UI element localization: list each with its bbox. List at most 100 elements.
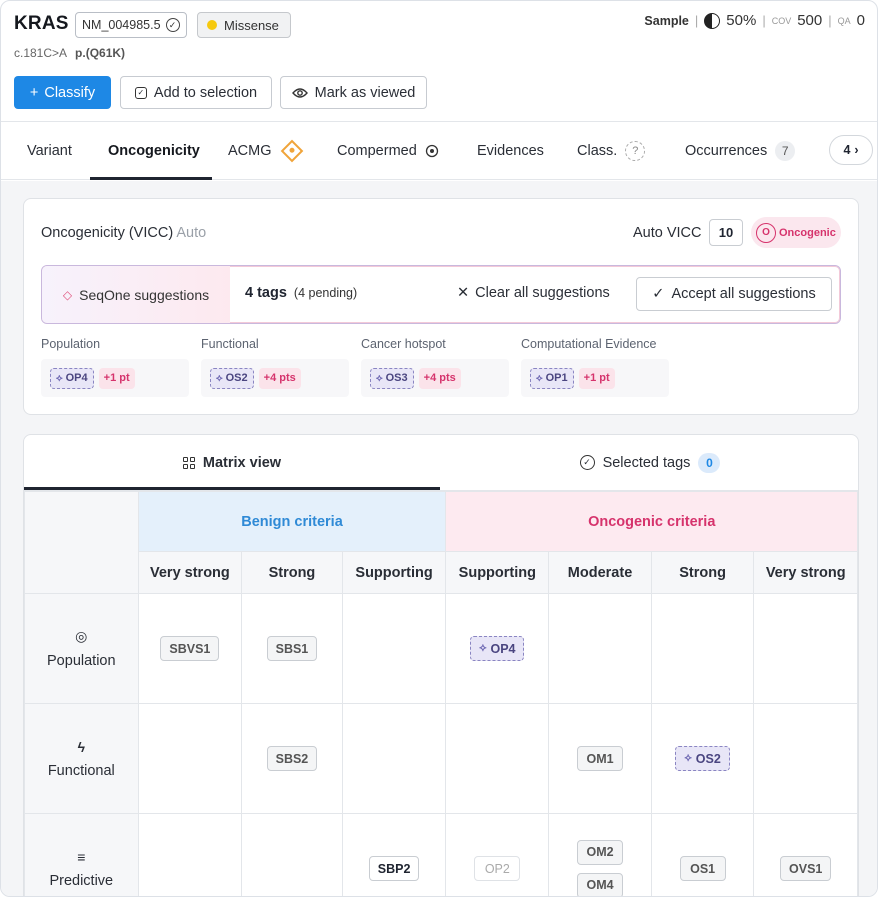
tab-label: Occurrences xyxy=(685,143,768,159)
mark-as-viewed-button[interactable]: Mark as viewed xyxy=(280,76,427,109)
tab-label: Variant xyxy=(27,143,72,159)
tag-icon: ⟡ xyxy=(376,372,383,384)
criterion-tag[interactable]: OM2 xyxy=(577,839,624,865)
suggestions-count: 4 tags (4 pending) xyxy=(245,285,357,301)
consequence-dot-icon xyxy=(207,20,217,30)
criterion-code: SBP2 xyxy=(377,861,411,876)
tab-occurrences[interactable]: Occurrences 7 xyxy=(685,122,796,180)
transcript-chip[interactable]: NM_004985.5 ✓ xyxy=(75,12,187,38)
suggested-tag[interactable]: ⟡ OS3 xyxy=(370,367,414,389)
criterion-tag[interactable]: ⟡ OS2 xyxy=(675,746,730,771)
tab-matrix-view[interactable]: Matrix view xyxy=(24,435,440,490)
matrix-cell: OS1 xyxy=(650,813,755,896)
check-icon: ✓ xyxy=(652,286,665,302)
matrix-cell: OP2 xyxy=(445,813,550,896)
classification-label: Oncogenic xyxy=(779,226,836,239)
matrix-cell xyxy=(137,813,243,896)
tag-icon: ⟡ xyxy=(536,372,543,384)
matrix-cell xyxy=(650,593,755,704)
eye-icon xyxy=(291,87,308,98)
matrix-cell: ⟡ OP4 xyxy=(445,593,550,704)
separator: | xyxy=(762,13,766,28)
tab-class[interactable]: Class. ? xyxy=(577,122,646,180)
matrix-cell xyxy=(445,703,550,814)
variant-tabs: Variant Oncogenicity ACMG Compermed Evid… xyxy=(1,122,877,180)
criterion-tag[interactable]: OM4 xyxy=(577,872,624,896)
matrix-cell: OVS1 xyxy=(753,813,858,896)
category-computational-evidence: Computational Evidence ⟡ OP1 +1 pt xyxy=(521,337,669,397)
row-header: ϟ Functional xyxy=(24,703,139,814)
matrix-cell xyxy=(753,593,858,704)
oncogenic-criteria-header: Oncogenic criteria xyxy=(445,491,858,552)
criterion-code: OM1 xyxy=(586,751,614,766)
criterion-tag[interactable]: OP2 xyxy=(474,856,521,881)
tag-points: +4 pts xyxy=(418,367,461,389)
tag-points: +4 pts xyxy=(258,367,301,389)
occurrences-count: 7 xyxy=(775,141,796,161)
tab-label: Oncogenicity xyxy=(108,143,200,159)
tag-code: OP4 xyxy=(65,372,88,384)
criterion-tag[interactable]: SBP2 xyxy=(368,856,420,881)
consequence-chip: Missense xyxy=(197,12,291,38)
criterion-tag[interactable]: SBVS1 xyxy=(160,636,220,661)
tab-selected-tags[interactable]: ✓ Selected tags 0 xyxy=(440,435,858,490)
suggested-tag[interactable]: ⟡ OP1 xyxy=(530,367,574,389)
qa-label: QA xyxy=(837,15,851,26)
tab-compermed[interactable]: Compermed xyxy=(337,122,439,180)
add-to-selection-button[interactable]: ✓ Add to selection xyxy=(120,76,272,109)
category-functional: Functional ⟡ OS2 +4 pts xyxy=(201,337,349,397)
level-header: Supporting xyxy=(445,551,550,594)
criterion-tag[interactable]: SBS1 xyxy=(266,636,318,661)
row-label: Functional xyxy=(47,762,115,779)
accept-suggestions-button[interactable]: ✓ Accept all suggestions xyxy=(636,277,832,311)
category-tags: ⟡ OS3 +4 pts xyxy=(361,359,509,397)
grid-icon xyxy=(182,456,195,469)
level-header: Very strong xyxy=(753,551,858,594)
sample-label: Sample xyxy=(644,13,689,28)
matrix-row: ≡ Predictive SBP2 OP2 OM2 OM4 OS1 OVS1 xyxy=(24,813,858,896)
criterion-code: OVS1 xyxy=(789,861,823,876)
tag-code: OS2 xyxy=(225,372,248,384)
row-header: ≡ Predictive xyxy=(24,813,139,896)
tab-acmg[interactable]: ACMG xyxy=(228,122,303,180)
classify-button[interactable]: + Classify xyxy=(14,76,111,109)
sample-metrics: Sample | 50% | COV 500 | QA 0 xyxy=(644,12,865,29)
classification-badge: O Oncogenic xyxy=(751,217,841,248)
criterion-code: OP4 xyxy=(490,641,516,656)
criterion-tag[interactable]: OS1 xyxy=(679,856,726,881)
criterion-tag[interactable]: ⟡ OP4 xyxy=(470,636,525,661)
criterion-tag[interactable]: OM1 xyxy=(577,746,624,771)
suggested-tag[interactable]: ⟡ OP4 xyxy=(50,367,94,389)
separator: | xyxy=(828,13,832,28)
criterion-code: SBS2 xyxy=(275,751,309,766)
more-tabs-button[interactable]: 4 › xyxy=(829,135,873,165)
criterion-tag[interactable]: OVS1 xyxy=(780,856,832,881)
oncogenicity-card: Oncogenicity (VICC) Auto Auto VICC 10 O … xyxy=(23,198,859,415)
suggestions-bar: ◇ SeqOne suggestions 4 tags (4 pending) … xyxy=(41,265,841,324)
close-icon: ✕ xyxy=(457,285,470,301)
tag-points: +1 pt xyxy=(98,367,135,389)
category-tags: ⟡ OP4 +1 pt xyxy=(41,359,189,397)
tab-variant[interactable]: Variant xyxy=(27,122,72,180)
vicc-score: 10 xyxy=(709,219,743,246)
row-label: Population xyxy=(47,653,116,669)
matrix-cell: SBP2 xyxy=(341,813,447,896)
title-text: Oncogenicity (VICC) xyxy=(41,225,174,241)
suggested-tag[interactable]: ⟡ OS2 xyxy=(210,367,254,389)
criterion-code: OM4 xyxy=(586,878,614,892)
matrix-cell: SBS2 xyxy=(241,703,343,814)
check-circle-icon: ✓ xyxy=(579,455,595,470)
tab-evidences[interactable]: Evidences xyxy=(477,122,544,180)
level-header: Strong xyxy=(241,551,343,594)
tab-label: Selected tags xyxy=(602,454,691,471)
category-title: Population xyxy=(41,337,101,351)
matrix-row: ϟ Functional SBS2 OM1 ⟡ OS2 xyxy=(24,703,858,814)
predictive-icon: ≡ xyxy=(77,848,86,865)
variant-header: KRAS NM_004985.5 ✓ Missense c.181C>A p.(… xyxy=(1,1,877,122)
functional-icon: ϟ xyxy=(77,738,85,755)
tab-oncogenicity[interactable]: Oncogenicity xyxy=(108,122,200,180)
chevron-right-icon: › xyxy=(854,143,859,157)
clear-suggestions-button[interactable]: ✕ Clear all suggestions xyxy=(457,285,610,301)
matrix-cell xyxy=(548,593,652,704)
criterion-tag[interactable]: SBS2 xyxy=(266,746,318,771)
